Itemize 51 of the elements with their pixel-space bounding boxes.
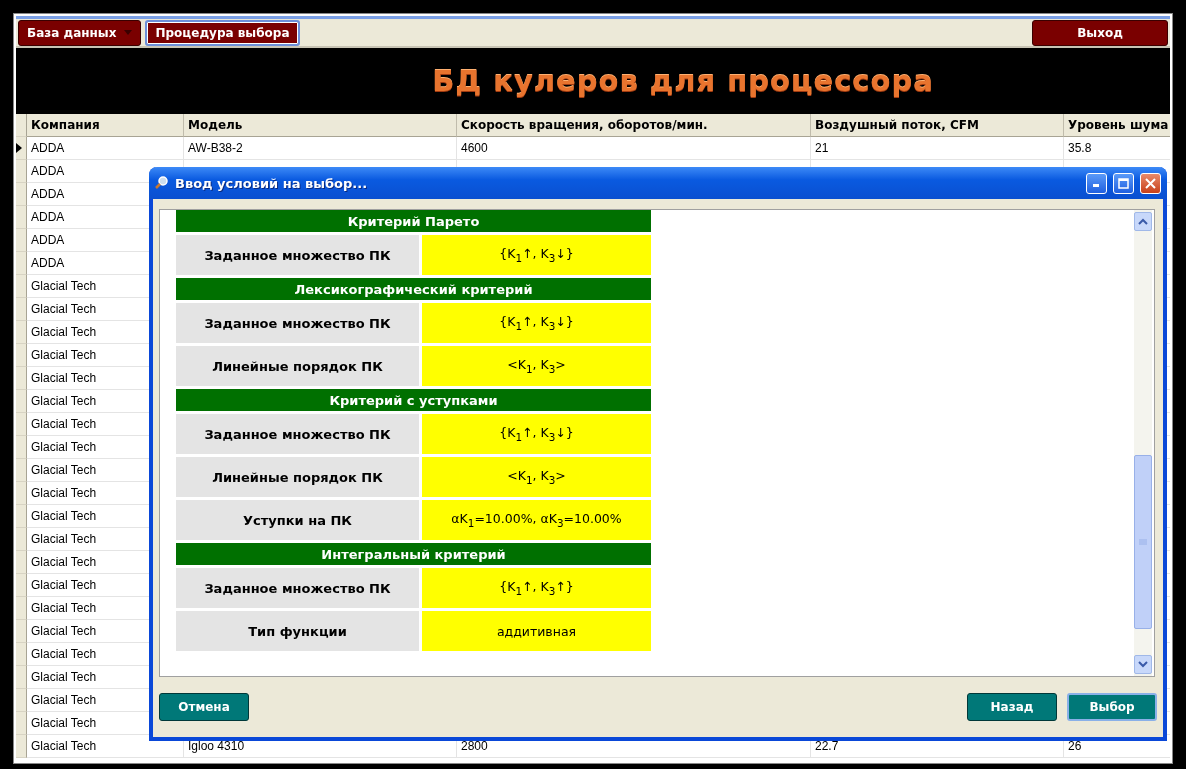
criterion-label: Заданное множество ПК (176, 568, 419, 608)
criterion-label: Заданное множество ПК (176, 303, 419, 343)
column-header[interactable]: Компания (27, 114, 184, 137)
minimize-button[interactable] (1086, 172, 1107, 194)
criterion-value: аддитивная (422, 611, 651, 651)
row-indicator[interactable] (16, 137, 27, 160)
section-header: Критерий Парето (176, 210, 651, 232)
criterion-value: {K$_{1}$↑, K$_{3}$↓} (422, 235, 651, 275)
criterion-value: <K$_{1}$, K$_{3}$> (422, 457, 651, 497)
column-header[interactable]: Модель (184, 114, 457, 137)
table-cell: 21 (811, 137, 1064, 160)
scroll-thumb[interactable] (1134, 455, 1152, 629)
magnifier-icon (155, 176, 169, 190)
maximize-button[interactable] (1113, 172, 1134, 194)
section-header: Критерий с уступками (176, 389, 651, 411)
dialog-button[interactable]: Выбор (1067, 693, 1157, 721)
scrollbar[interactable] (1134, 210, 1152, 676)
criterion-label: Тип функции (176, 611, 419, 651)
section-header: Лексикографический критерий (176, 278, 651, 300)
criterion-label: Заданное множество ПК (176, 235, 419, 275)
table-cell: ADDA (27, 137, 184, 160)
criterion-value: αK$_{1}$=10.00%, αK$_{3}$=10.00% (422, 500, 651, 540)
banner-title: БД кулеров для процессора (431, 64, 934, 98)
table-cell: AW-B38-2 (184, 137, 457, 160)
toolbar-button[interactable]: Процедура выбора (145, 19, 300, 46)
scroll-down-icon[interactable] (1138, 661, 1148, 668)
toolbar-button[interactable]: База данных (18, 19, 142, 46)
criterion-value: {K$_{1}$↑, K$_{3}$↑} (422, 568, 651, 608)
close-button[interactable] (1140, 172, 1161, 194)
criterion-value: <K$_{1}$, K$_{3}$> (422, 346, 651, 386)
table-cell: 35.8 (1064, 137, 1170, 160)
maximize-icon (1118, 177, 1129, 189)
criterion-label: Уступки на ПК (176, 500, 419, 540)
caret-icon (124, 30, 133, 35)
exit-button[interactable]: Выход (1032, 19, 1168, 46)
column-header[interactable]: Уровень шума (1064, 114, 1170, 137)
column-header[interactable]: Воздушный поток, CFM (811, 114, 1064, 137)
dialog-button[interactable]: Отмена (159, 693, 249, 721)
criterion-value: {K$_{1}$↑, K$_{3}$↓} (422, 414, 651, 454)
column-header[interactable]: Скорость вращения, оборотов/мин. (457, 114, 811, 137)
criterion-value: {K$_{1}$↑, K$_{3}$↓} (422, 303, 651, 343)
table-cell: 4600 (457, 137, 811, 160)
criterion-label: Линейные порядок ПК (176, 457, 419, 497)
close-icon (1145, 177, 1156, 189)
current-row-icon (16, 143, 22, 153)
scroll-up-icon[interactable] (1138, 218, 1148, 225)
criterion-label: Линейные порядок ПК (176, 346, 419, 386)
header-corner (16, 114, 27, 137)
section-header: Интегральный критерий (176, 543, 651, 565)
dialog-button[interactable]: Назад (967, 693, 1057, 721)
criterion-label: Заданное множество ПК (176, 414, 419, 454)
